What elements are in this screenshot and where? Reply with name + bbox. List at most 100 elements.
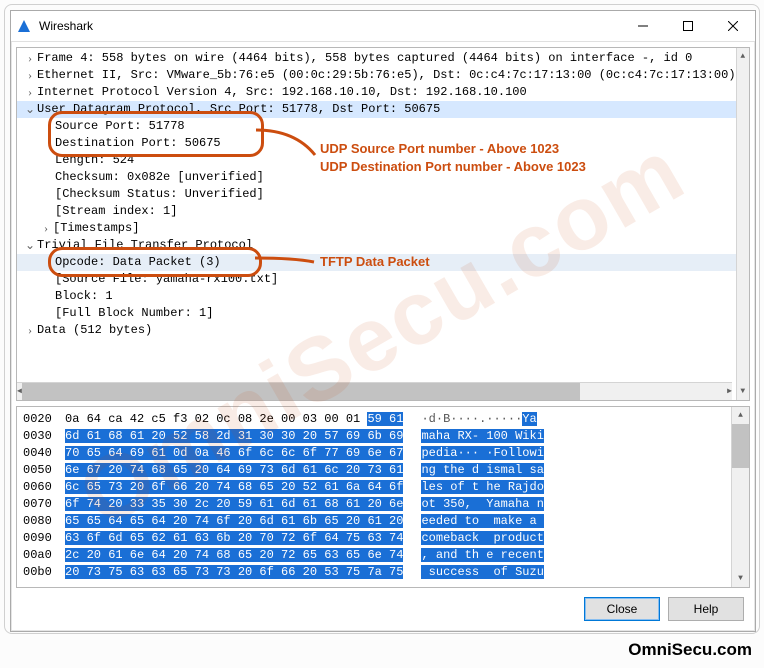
annotation-bubble-udp-ports <box>48 111 264 157</box>
chevron-right-icon[interactable]: › <box>23 67 37 84</box>
annotation-tail-icon <box>255 120 325 170</box>
tree-ip[interactable]: ›Internet Protocol Version 4, Src: 192.1… <box>17 84 736 101</box>
tree-tftp-full-block[interactable]: [Full Block Number: 1] <box>17 305 736 322</box>
hex-bytes: 65 65 64 65 64 20 74 6f 20 6d 61 6b 65 2… <box>65 513 403 530</box>
hex-line[interactable]: 008065 65 64 65 64 20 74 6f 20 6d 61 6b … <box>23 513 731 530</box>
tree-udp-stream-index[interactable]: [Stream index: 1] <box>17 203 736 220</box>
hex-bytes: 6f 74 20 33 35 30 2c 20 59 61 6d 61 68 6… <box>65 496 403 513</box>
hex-offset: 00a0 <box>23 547 65 564</box>
hex-offset: 00b0 <box>23 564 65 581</box>
dialog-buttons: Close Help <box>16 593 750 625</box>
scroll-down-icon[interactable]: ▼ <box>732 570 749 587</box>
hex-ascii: maha RX- 100 Wiki <box>421 428 543 445</box>
wireshark-window: Wireshark ›Frame 4: 558 bytes on wire (4… <box>10 10 756 632</box>
chevron-down-icon[interactable]: ⌄ <box>23 101 37 118</box>
annotation-text-udp-dst: UDP Destination Port number - Above 1023 <box>320 158 586 176</box>
scroll-thumb[interactable] <box>22 383 580 400</box>
scroll-up-icon[interactable]: ▲ <box>737 48 749 65</box>
hex-ascii: eeded to make a <box>421 513 543 530</box>
tree-ethernet[interactable]: ›Ethernet II, Src: VMware_5b:76:e5 (00:0… <box>17 67 736 84</box>
hex-line[interactable]: 00200a 64 ca 42 c5 f3 02 0c 08 2e 00 03 … <box>23 411 731 428</box>
hex-ascii: ·d·B····.·····Ya <box>421 411 536 428</box>
packet-tree[interactable]: ›Frame 4: 558 bytes on wire (4464 bits),… <box>17 48 736 400</box>
tree-text: Block: 1 <box>55 288 113 305</box>
scroll-thumb[interactable] <box>732 424 749 468</box>
scroll-right-icon[interactable]: ▶ <box>727 383 732 400</box>
tree-text: Checksum: 0x082e [unverified] <box>55 169 264 186</box>
scroll-track[interactable] <box>580 383 728 400</box>
hex-line[interactable]: 00b020 73 75 63 63 65 73 73 20 6f 66 20 … <box>23 564 731 581</box>
hex-bytes: 63 6f 6d 65 62 61 63 6b 20 70 72 6f 64 7… <box>65 530 403 547</box>
annotation-text-udp-src: UDP Source Port number - Above 1023 <box>320 140 559 158</box>
window-controls <box>620 11 755 41</box>
hex-bytes: 0a 64 ca 42 c5 f3 02 0c 08 2e 00 03 00 0… <box>65 411 403 428</box>
hex-ascii: success of Suzu <box>421 564 543 581</box>
tree-text: [Full Block Number: 1] <box>55 305 213 322</box>
chevron-right-icon[interactable]: › <box>39 220 53 237</box>
chevron-right-icon[interactable]: › <box>23 50 37 67</box>
hex-ascii: pedia··· ·Followi <box>421 445 543 462</box>
chevron-right-icon[interactable]: › <box>23 322 37 339</box>
hex-line[interactable]: 00306d 61 68 61 20 52 58 2d 31 30 30 20 … <box>23 428 731 445</box>
hex-bytes: 6d 61 68 61 20 52 58 2d 31 30 30 20 57 6… <box>65 428 403 445</box>
hex-line[interactable]: 009063 6f 6d 65 62 61 63 6b 20 70 72 6f … <box>23 530 731 547</box>
minimize-button[interactable] <box>620 11 665 41</box>
hex-ascii: les of t he Rajdo <box>421 479 543 496</box>
hex-body[interactable]: 00200a 64 ca 42 c5 f3 02 0c 08 2e 00 03 … <box>17 407 731 587</box>
hex-ascii: ng the d ismal sa <box>421 462 543 479</box>
packet-details-pane[interactable]: ›Frame 4: 558 bytes on wire (4464 bits),… <box>16 47 750 401</box>
chevron-down-icon[interactable]: ⌄ <box>23 237 37 254</box>
hex-ascii: comeback product <box>421 530 543 547</box>
hex-line[interactable]: 00506e 67 20 74 68 65 20 64 69 73 6d 61 … <box>23 462 731 479</box>
tree-text: Internet Protocol Version 4, Src: 192.16… <box>37 84 527 101</box>
scroll-down-icon[interactable]: ▼ <box>737 383 749 400</box>
hex-bytes: 70 65 64 69 61 0d 0a 46 6f 6c 6c 6f 77 6… <box>65 445 403 462</box>
details-scrollbar-vertical[interactable]: ▲ ▼ <box>736 48 749 400</box>
tree-tftp-block[interactable]: Block: 1 <box>17 288 736 305</box>
hex-line[interactable]: 004070 65 64 69 61 0d 0a 46 6f 6c 6c 6f … <box>23 445 731 462</box>
close-button[interactable] <box>710 11 755 41</box>
close-dialog-button[interactable]: Close <box>584 597 660 621</box>
scroll-up-icon[interactable]: ▲ <box>732 407 749 424</box>
help-button[interactable]: Help <box>668 597 744 621</box>
hex-ascii: ot 350, Yamaha n <box>421 496 543 513</box>
annotation-text-tftp: TFTP Data Packet <box>320 253 430 271</box>
chevron-right-icon[interactable]: › <box>23 84 37 101</box>
hex-offset: 0080 <box>23 513 65 530</box>
annotation-bubble-tftp <box>48 247 262 277</box>
tree-udp-timestamps[interactable]: ›[Timestamps] <box>17 220 736 237</box>
hex-offset: 0040 <box>23 445 65 462</box>
hex-dump-pane[interactable]: 00200a 64 ca 42 c5 f3 02 0c 08 2e 00 03 … <box>16 406 750 588</box>
hex-bytes: 6e 67 20 74 68 65 20 64 69 73 6d 61 6c 2… <box>65 462 403 479</box>
titlebar: Wireshark <box>11 11 755 42</box>
hex-line[interactable]: 00a02c 20 61 6e 64 20 74 68 65 20 72 65 … <box>23 547 731 564</box>
hex-offset: 0090 <box>23 530 65 547</box>
hex-offset: 0030 <box>23 428 65 445</box>
tree-data[interactable]: ›Data (512 bytes) <box>17 322 736 339</box>
tree-text: [Checksum Status: Unverified] <box>55 186 264 203</box>
tree-frame[interactable]: ›Frame 4: 558 bytes on wire (4464 bits),… <box>17 50 736 67</box>
hex-bytes: 6c 65 73 20 6f 66 20 74 68 65 20 52 61 6… <box>65 479 403 496</box>
hex-offset: 0050 <box>23 462 65 479</box>
hex-line[interactable]: 00606c 65 73 20 6f 66 20 74 68 65 20 52 … <box>23 479 731 496</box>
hex-line[interactable]: 00706f 74 20 33 35 30 2c 20 59 61 6d 61 … <box>23 496 731 513</box>
hex-offset: 0070 <box>23 496 65 513</box>
annotation-tail-icon <box>254 248 324 278</box>
tree-text: Data (512 bytes) <box>37 322 152 339</box>
tree-text: Ethernet II, Src: VMware_5b:76:e5 (00:0c… <box>37 67 736 84</box>
hex-ascii: , and th e recent <box>421 547 543 564</box>
hex-offset: 0020 <box>23 411 65 428</box>
hex-bytes: 20 73 75 63 63 65 73 73 20 6f 66 20 53 7… <box>65 564 403 581</box>
branding-text: OmniSecu.com <box>628 640 752 660</box>
tree-text: [Timestamps] <box>53 220 139 237</box>
details-scrollbar-horizontal[interactable]: ◀ ▶ <box>17 382 732 400</box>
hex-bytes: 2c 20 61 6e 64 20 74 68 65 20 72 65 63 6… <box>65 547 403 564</box>
wireshark-icon <box>17 18 33 34</box>
app-title: Wireshark <box>39 19 93 33</box>
scroll-track[interactable] <box>732 424 749 570</box>
tree-text: [Stream index: 1] <box>55 203 177 220</box>
tree-udp-checksum-status[interactable]: [Checksum Status: Unverified] <box>17 186 736 203</box>
scroll-track[interactable] <box>737 65 749 383</box>
hex-scrollbar-vertical[interactable]: ▲ ▼ <box>731 407 749 587</box>
maximize-button[interactable] <box>665 11 710 41</box>
